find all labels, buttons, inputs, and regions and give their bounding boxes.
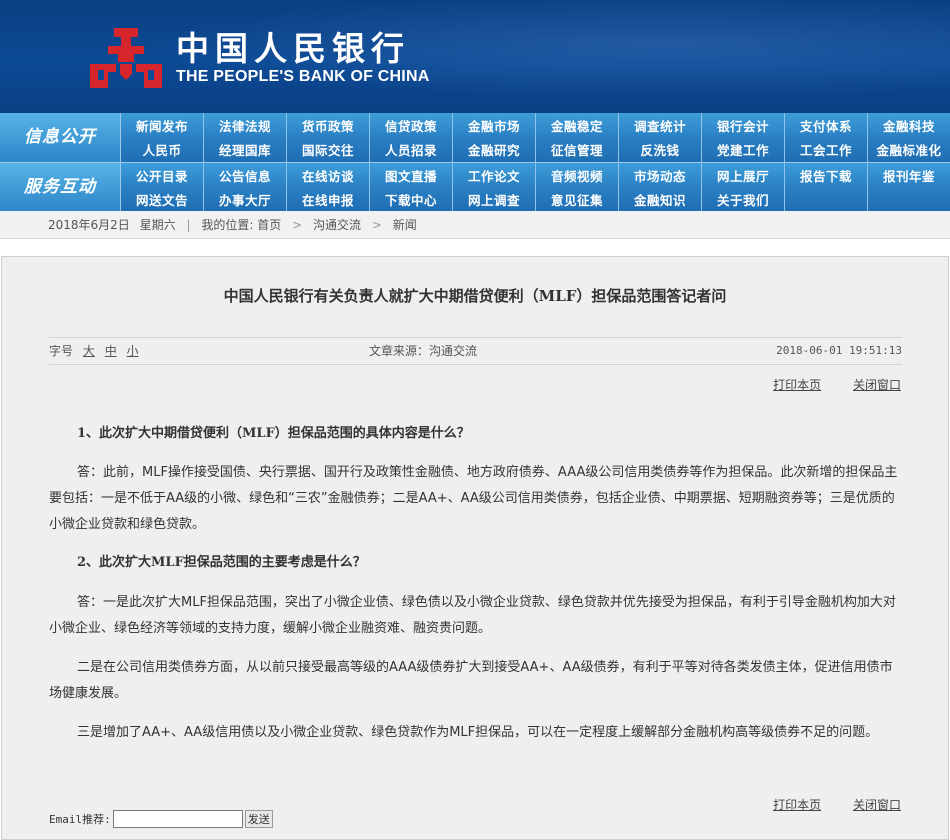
nav-section-info-disclosure: 信息公开 新闻发布 法律法规 货币政策 信贷政策 金融市场 金融稳定 调查统计 …: [0, 113, 950, 162]
nav-item-party-building[interactable]: 党建工作: [702, 137, 785, 162]
article-tools-top: 打印本页 关闭窗口: [745, 376, 901, 393]
nav-item-report-download[interactable]: 报告下载: [785, 163, 868, 187]
nav-item-statistics[interactable]: 调查统计: [619, 113, 702, 137]
nav-item-online-declaration[interactable]: 在线申报: [287, 187, 370, 212]
nav-heading-info-disclosure: 信息公开: [0, 113, 121, 162]
nav-item-financial-stability[interactable]: 金融稳定: [536, 113, 619, 137]
nav-item-online-exhibition[interactable]: 网上展厅: [702, 163, 785, 187]
nav-item-live-broadcast[interactable]: 图文直播: [370, 163, 453, 187]
logo-chinese-name[interactable]: 中国人民银行: [176, 30, 410, 68]
nav-item-financial-knowledge[interactable]: 金融知识: [619, 187, 702, 212]
nav-row: 新闻发布 法律法规 货币政策 信贷政策 金融市场 金融稳定 调查统计 银行会计 …: [121, 113, 950, 137]
nav-item-standardization[interactable]: 金融标准化: [868, 137, 950, 162]
nav-row: 网送文告 办事大厅 在线申报 下载中心 网上调查 意见征集 金融知识 关于我们: [121, 187, 950, 212]
nav-item-empty: [785, 187, 868, 212]
nav-row: 公开目录 公告信息 在线访谈 图文直播 工作论文 音频视频 市场动态 网上展厅 …: [121, 163, 950, 187]
article-source: 文章来源：沟通交流: [369, 344, 478, 358]
answer-2-paragraph-1: 答：一是此次扩大MLF担保品范围，突出了小微企业债、绿色债以及小微企业贷款、绿色…: [49, 595, 896, 636]
email-input[interactable]: [112, 810, 243, 828]
nav-item-opinion-collection[interactable]: 意见征集: [536, 187, 619, 212]
nav-item-announcements[interactable]: 公告信息: [204, 163, 287, 187]
article-panel: 中国人民银行有关负责人就扩大中期借贷便利（MLF）担保品范围答记者问 字号 大 …: [1, 256, 949, 840]
nav-item-online-survey[interactable]: 网上调查: [453, 187, 536, 212]
nav-item-recruitment[interactable]: 人员招录: [370, 137, 453, 162]
article-title: 中国人民银行有关负责人就扩大中期借贷便利（MLF）担保品范围答记者问: [223, 287, 727, 305]
breadcrumb-weekday: 星期六: [139, 218, 176, 232]
answer-1: 答：此前，MLF操作接受国债、央行票据、国开行及政策性金融债、地方政府债券、AA…: [49, 465, 898, 532]
breadcrumb-separator: |: [186, 218, 191, 232]
print-page-link[interactable]: 打印本页: [773, 798, 821, 812]
pboc-emblem-icon[interactable]: [86, 24, 166, 92]
article-datetime: 2018-06-01 19:51:13: [776, 344, 902, 357]
breadcrumb-chevron-icon: >: [292, 218, 303, 232]
breadcrumb-section-link[interactable]: 沟通交流: [313, 211, 361, 239]
article-meta: 字号 大 中 小 文章来源：沟通交流 2018-06-01 19:51:13: [49, 337, 902, 365]
nav-row: 人民币 经理国库 国际交往 人员招录 金融研究 征信管理 反洗钱 党建工作 工会…: [121, 137, 950, 162]
main-navigation: 信息公开 新闻发布 法律法规 货币政策 信贷政策 金融市场 金融稳定 调查统计 …: [0, 113, 950, 212]
nav-item-anti-money-laundering[interactable]: 反洗钱: [619, 137, 702, 162]
nav-item-public-catalog[interactable]: 公开目录: [121, 163, 204, 187]
nav-item-online-interview[interactable]: 在线访谈: [287, 163, 370, 187]
nav-item-financial-market[interactable]: 金融市场: [453, 113, 536, 137]
nav-item-about-us[interactable]: 关于我们: [702, 187, 785, 212]
nav-item-yearbook[interactable]: 报刊年鉴: [868, 163, 950, 187]
nav-item-laws[interactable]: 法律法规: [204, 113, 287, 137]
article-tools-bottom: 打印本页 关闭窗口: [745, 796, 901, 813]
nav-item-payment-system[interactable]: 支付体系: [785, 113, 868, 137]
font-size-small-link[interactable]: 小: [127, 344, 139, 358]
answer-2-paragraph-2: 二是在公司信用类债券方面，从以前只接受最高等级的AAA级债券扩大到接受AA+、A…: [49, 660, 893, 701]
send-button[interactable]: 发送: [244, 810, 273, 828]
nav-item-monetary-policy[interactable]: 货币政策: [287, 113, 370, 137]
font-size-label: 字号: [49, 344, 74, 358]
logo-english-name[interactable]: THE PEOPLE'S BANK OF CHINA: [176, 67, 429, 87]
close-window-link[interactable]: 关闭窗口: [853, 378, 901, 392]
print-page-link[interactable]: 打印本页: [773, 378, 821, 392]
site-header: 中国人民银行 THE PEOPLE'S BANK OF CHINA: [0, 0, 950, 113]
nav-item-working-papers[interactable]: 工作论文: [453, 163, 536, 187]
breadcrumb-date: 2018年6月2日: [48, 218, 130, 232]
font-size-control: 字号 大 中 小: [49, 338, 139, 364]
nav-section-service-interaction: 服务互动 公开目录 公告信息 在线访谈 图文直播 工作论文 音频视频 市场动态 …: [0, 162, 950, 212]
breadcrumb-location-label: 我的位置:: [201, 218, 254, 232]
nav-item-credit-policy[interactable]: 信贷政策: [370, 113, 453, 137]
question-1: 1、此次扩大中期借贷便利（MLF）担保品范围的具体内容是什么？: [77, 426, 470, 441]
breadcrumb-current[interactable]: 新闻: [393, 211, 417, 239]
nav-heading-service-interaction: 服务互动: [0, 163, 121, 212]
nav-item-empty: [868, 187, 950, 212]
question-2: 2、此次扩大MLF担保品范围的主要考虑是什么？: [77, 555, 366, 570]
nav-grid: 公开目录 公告信息 在线访谈 图文直播 工作论文 音频视频 市场动态 网上展厅 …: [121, 163, 950, 212]
nav-item-market-news[interactable]: 市场动态: [619, 163, 702, 187]
breadcrumb-chevron-icon: >: [371, 218, 382, 232]
nav-item-treasury[interactable]: 经理国库: [204, 137, 287, 162]
nav-item-fintech[interactable]: 金融科技: [868, 113, 950, 137]
nav-item-bank-accounting[interactable]: 银行会计: [702, 113, 785, 137]
nav-item-union[interactable]: 工会工作: [785, 137, 868, 162]
nav-item-download-center[interactable]: 下载中心: [370, 187, 453, 212]
nav-item-credit-reference[interactable]: 征信管理: [536, 137, 619, 162]
breadcrumb: 2018年6月2日 星期六 | 我的位置: 首页 > 沟通交流 > 新闻: [0, 211, 950, 239]
nav-item-rmb[interactable]: 人民币: [121, 137, 204, 162]
font-size-medium-link[interactable]: 中: [105, 344, 117, 358]
breadcrumb-home-link[interactable]: 首页: [257, 211, 281, 239]
nav-item-service-hall[interactable]: 办事大厅: [204, 187, 287, 212]
nav-item-research[interactable]: 金融研究: [453, 137, 536, 162]
nav-item-news-release[interactable]: 新闻发布: [121, 113, 204, 137]
close-window-link[interactable]: 关闭窗口: [853, 798, 901, 812]
nav-item-audio-video[interactable]: 音频视频: [536, 163, 619, 187]
answer-2-paragraph-3: 三是增加了AA+、AA级信用债以及小微企业贷款、绿色贷款作为MLF担保品，可以在…: [77, 725, 879, 740]
nav-item-online-documents[interactable]: 网送文告: [121, 187, 204, 212]
nav-grid: 新闻发布 法律法规 货币政策 信贷政策 金融市场 金融稳定 调查统计 银行会计 …: [121, 113, 950, 162]
email-label: Email推荐:: [49, 813, 111, 826]
nav-item-international[interactable]: 国际交往: [287, 137, 370, 162]
font-size-large-link[interactable]: 大: [83, 344, 95, 358]
email-recommend-form: Email推荐: 发送: [49, 810, 273, 828]
